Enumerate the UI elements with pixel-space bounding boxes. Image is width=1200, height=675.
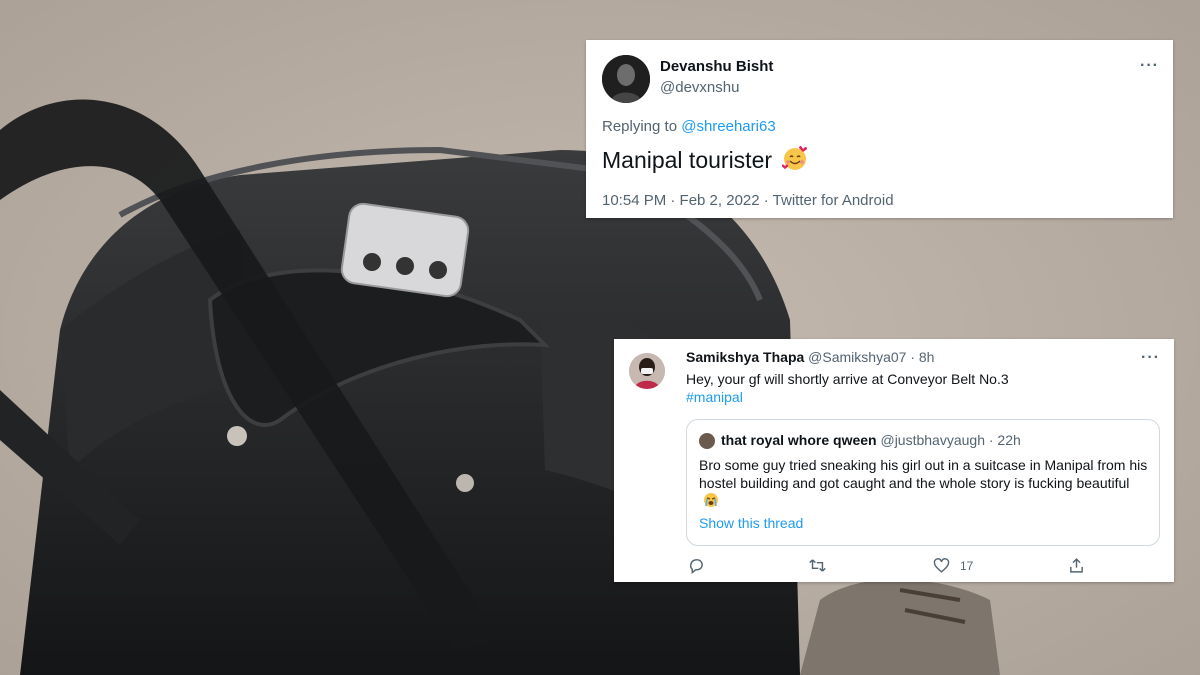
quoted-tweet[interactable]: that royal whore qween @justbhavyaugh · … xyxy=(686,419,1160,546)
profile-photo-icon xyxy=(602,55,650,103)
more-options-icon[interactable]: ··· xyxy=(1140,57,1159,75)
tweet-header: Samikshya Thapa @Samikshya07 · 8h xyxy=(686,349,934,365)
tweet-timestamp[interactable]: 10:54 PM · Feb 2, 2022 · Twitter for And… xyxy=(602,192,894,209)
retweet-button[interactable] xyxy=(808,557,837,574)
reply-icon xyxy=(690,559,703,574)
handle-and-time[interactable]: @Samikshya07 · 8h xyxy=(808,349,934,365)
reply-button[interactable] xyxy=(688,557,715,574)
heart-icon xyxy=(933,558,950,573)
quoted-header: that royal whore qween @justbhavyaugh · … xyxy=(721,432,1021,448)
tweet-body: Hey, your gf will shortly arrive at Conv… xyxy=(686,371,1009,387)
share-button[interactable] xyxy=(1068,557,1095,574)
like-count: 17 xyxy=(960,558,974,573)
share-icon xyxy=(1070,558,1083,573)
replying-handle-link[interactable]: @shreehari63 xyxy=(681,118,775,135)
smiling-face-with-hearts-icon xyxy=(782,146,808,178)
tweet-actions: 17 xyxy=(686,557,1156,577)
hashtag-link[interactable]: #manipal xyxy=(686,388,1009,406)
replying-to: Replying to @shreehari63 xyxy=(602,118,776,135)
tweet-body: Manipal tourister xyxy=(602,147,773,174)
avatar[interactable] xyxy=(629,353,665,389)
tweet-card-devanshu[interactable]: Devanshu Bisht @devxnshu ··· Replying to… xyxy=(586,40,1173,218)
tweet-text: Manipal tourister xyxy=(602,146,808,178)
quoted-handle-and-time[interactable]: @justbhavyaugh · 22h xyxy=(880,432,1020,448)
retweet-icon xyxy=(809,559,826,572)
quoted-body: Bro some guy tried sneaking his girl out… xyxy=(699,457,1148,491)
show-thread-link[interactable]: Show this thread xyxy=(699,515,803,531)
like-button[interactable]: 17 xyxy=(933,557,973,574)
quoted-display-name[interactable]: that royal whore qween xyxy=(721,432,877,448)
tweet-card-samikshya[interactable]: Samikshya Thapa @Samikshya07 · 8h ··· He… xyxy=(614,339,1174,582)
quoted-avatar[interactable] xyxy=(699,433,715,449)
avatar[interactable] xyxy=(602,55,650,103)
user-handle[interactable]: @devxnshu xyxy=(660,79,739,96)
loudly-crying-face-icon xyxy=(703,492,719,512)
display-name[interactable]: Devanshu Bisht xyxy=(660,58,773,75)
profile-photo-icon xyxy=(629,353,665,389)
replying-prefix: Replying to xyxy=(602,118,678,135)
tweet-text: Hey, your gf will shortly arrive at Conv… xyxy=(686,370,1009,406)
more-options-icon[interactable]: ··· xyxy=(1141,349,1160,367)
display-name[interactable]: Samikshya Thapa xyxy=(686,349,804,365)
quoted-text: Bro some guy tried sneaking his girl out… xyxy=(699,456,1149,512)
